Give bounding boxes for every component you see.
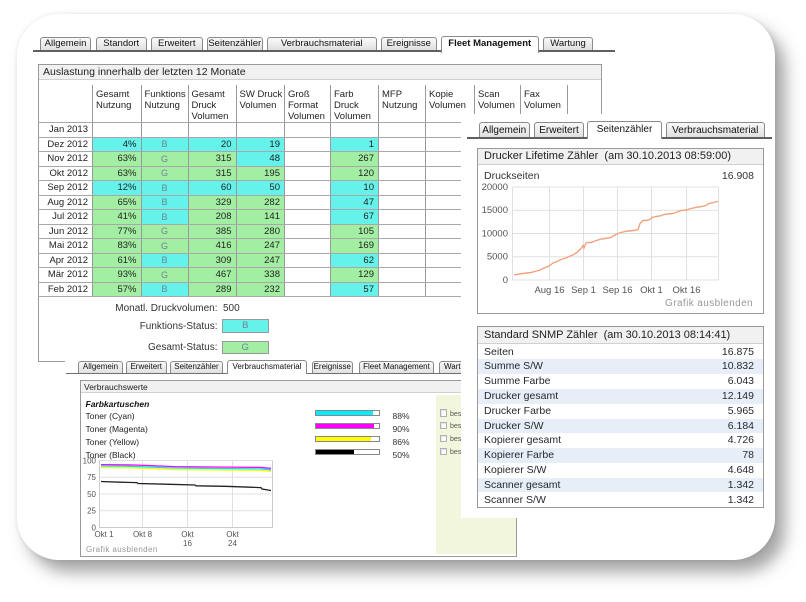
svg-text:Okt 16: Okt 16	[673, 285, 701, 296]
svg-text:20000: 20000	[482, 182, 508, 193]
svg-text:100: 100	[82, 457, 96, 466]
svg-text:10000: 10000	[482, 229, 508, 240]
svg-text:25: 25	[87, 507, 96, 516]
svg-text:16: 16	[183, 539, 192, 548]
svg-text:75: 75	[87, 473, 96, 482]
svg-text:Okt: Okt	[181, 530, 194, 539]
svg-text:50: 50	[87, 490, 96, 499]
svg-text:Okt 1: Okt 1	[640, 285, 663, 296]
svg-text:5000: 5000	[487, 252, 508, 263]
svg-text:Okt 8: Okt 8	[132, 530, 152, 539]
svg-text:Sep 1: Sep 1	[571, 285, 596, 296]
svg-text:Sep 16: Sep 16	[602, 285, 632, 296]
svg-text:24: 24	[228, 539, 237, 548]
svg-text:Aug 16: Aug 16	[534, 285, 564, 296]
svg-text:0: 0	[503, 275, 508, 286]
svg-text:Okt: Okt	[226, 530, 239, 539]
svg-text:Okt 1: Okt 1	[94, 530, 114, 539]
svg-text:15000: 15000	[482, 205, 508, 216]
